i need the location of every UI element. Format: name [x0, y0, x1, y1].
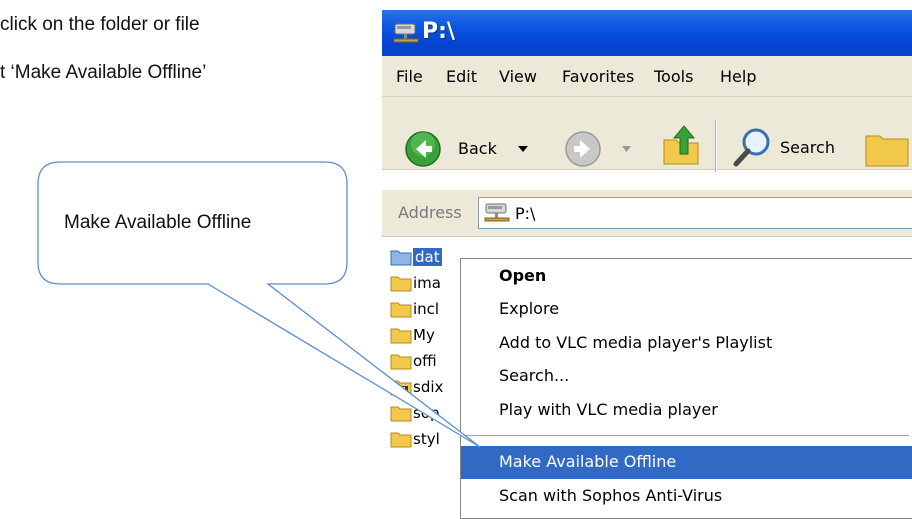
- menu-separator: [465, 435, 909, 436]
- menu-item-play-vlc[interactable]: Play with VLC media player: [461, 394, 912, 427]
- menu-item-make-available-offline[interactable]: Make Available Offline: [461, 446, 912, 479]
- menu-item-open[interactable]: Open: [461, 260, 912, 293]
- menu-item-label: Add to VLC media player's Playlist: [499, 333, 773, 352]
- callout-text: Make Available Offline: [64, 212, 252, 233]
- menu-item-label: Open: [499, 266, 547, 285]
- folders-icon: [865, 135, 909, 167]
- menu-view[interactable]: View: [499, 67, 537, 86]
- chevron-down-icon[interactable]: [622, 146, 631, 153]
- title-bar[interactable]: P:\: [382, 10, 912, 56]
- address-field[interactable]: P:\: [478, 197, 912, 229]
- window-title: P:\: [422, 19, 455, 44]
- forward-button[interactable]: [564, 128, 634, 172]
- menu-edit[interactable]: Edit: [446, 67, 477, 86]
- instruction-line-2: t ‘Make Available Offline’: [0, 62, 207, 83]
- file-name: sop: [413, 404, 440, 422]
- folder-icon: [390, 354, 412, 370]
- folder-icon: [390, 328, 412, 344]
- chevron-down-icon[interactable]: [518, 146, 528, 154]
- file-name: My: [413, 326, 435, 344]
- address-value: P:\: [515, 204, 536, 223]
- up-folder-button[interactable]: [660, 124, 704, 172]
- toolbar-separator: [715, 120, 717, 172]
- address-bar: Address P:\: [382, 190, 912, 237]
- film-folder-icon: [390, 380, 412, 396]
- file-name: dat: [413, 248, 442, 266]
- file-name: ima: [413, 274, 441, 292]
- instruction-line-1: click on the folder or file: [0, 14, 200, 35]
- back-button[interactable]: Back: [404, 128, 554, 172]
- address-label: Address: [398, 203, 462, 222]
- up-folder-icon: [663, 125, 699, 165]
- search-label: Search: [780, 138, 835, 157]
- forward-arrow-icon: [565, 131, 601, 167]
- network-drive-icon: [393, 23, 419, 43]
- search-button[interactable]: Search: [730, 124, 854, 172]
- back-label: Back: [458, 139, 497, 158]
- network-drive-icon: [484, 203, 510, 222]
- menu-item-label: Explore: [499, 299, 560, 318]
- menu-file[interactable]: File: [396, 67, 423, 86]
- menu-help[interactable]: Help: [720, 67, 756, 86]
- folder-icon: [390, 406, 412, 422]
- menu-favorites[interactable]: Favorites: [562, 67, 634, 86]
- menu-item-label: Search...: [499, 366, 570, 385]
- menu-item-explore[interactable]: Explore: [461, 293, 912, 326]
- menu-item-scan-sophos[interactable]: Scan with Sophos Anti-Virus: [461, 480, 912, 513]
- folders-button[interactable]: [862, 126, 912, 172]
- menu-bar: File Edit View Favorites Tools Help: [382, 56, 912, 97]
- menu-item-add-vlc-playlist[interactable]: Add to VLC media player's Playlist: [461, 327, 912, 360]
- menu-item-search[interactable]: Search...: [461, 360, 912, 393]
- search-icon: [733, 128, 770, 167]
- context-menu: Open Explore Add to VLC media player's P…: [460, 258, 912, 519]
- menu-item-label: Play with VLC media player: [499, 400, 718, 419]
- file-name: sdix: [413, 378, 444, 396]
- file-name: offi: [413, 352, 437, 370]
- folder-icon: [390, 250, 412, 266]
- menu-tools[interactable]: Tools: [654, 67, 693, 86]
- menu-item-label: Scan with Sophos Anti-Virus: [499, 486, 723, 505]
- folder-icon: [390, 276, 412, 292]
- file-name: styl: [413, 430, 440, 448]
- folder-icon: [390, 302, 412, 318]
- file-name: incl: [413, 300, 440, 318]
- back-arrow-icon: [405, 131, 441, 167]
- folder-icon: [390, 432, 412, 448]
- menu-item-label: Make Available Offline: [499, 452, 677, 471]
